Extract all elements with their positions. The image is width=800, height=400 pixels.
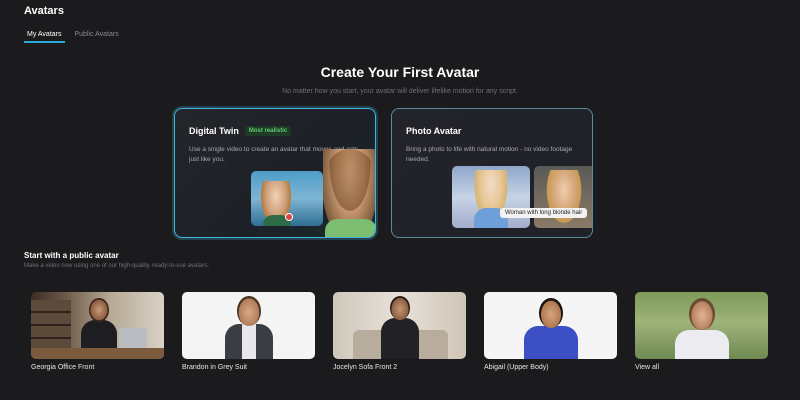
hero-subtitle: No matter how you start, your avatar wil… (282, 88, 518, 95)
photo-avatar-card[interactable]: Photo Avatar Bring a photo to life with … (391, 108, 593, 238)
hair-shape (326, 149, 374, 219)
public-avatar-section-title: Start with a public avatar (24, 251, 119, 260)
photo-avatar-header: Photo Avatar (406, 126, 461, 136)
view-all-link[interactable]: View all (635, 364, 659, 371)
avatar-label-jocelyn: Jocelyn Sofa Front 2 (333, 364, 398, 371)
digital-twin-title: Digital Twin (189, 126, 239, 136)
most-realistic-badge: Most realistic (244, 126, 292, 136)
digital-twin-card[interactable]: Digital Twin Most realistic Use a single… (174, 108, 376, 238)
person-head (539, 298, 563, 328)
avatar-tabs: My Avatars Public Avatars (24, 31, 119, 43)
photo-avatar-illustration (452, 166, 530, 228)
person-head (237, 296, 261, 326)
person-body (381, 318, 419, 359)
digital-twin-avatar-shirt (325, 219, 375, 237)
avatar-thumbnail-brandon[interactable] (182, 292, 315, 359)
prompt-chip: Woman with long blonde hair (500, 208, 588, 218)
record-icon (285, 213, 293, 221)
person-body (81, 320, 117, 350)
desk-image (31, 348, 164, 359)
person-shirt (242, 324, 256, 359)
avatar-label-brandon: Brandon in Grey Suit (182, 364, 247, 371)
page-title: Avatars (24, 5, 64, 17)
photo-face (544, 170, 584, 228)
avatar-label-georgia: Georgia Office Front (31, 364, 95, 371)
avatar-thumbnail-jocelyn[interactable] (333, 292, 466, 359)
tab-public-avatars[interactable]: Public Avatars (75, 31, 119, 43)
avatar-thumbnail-view-all[interactable] (635, 292, 768, 359)
tab-my-avatars[interactable]: My Avatars (24, 31, 65, 43)
person-head (689, 298, 715, 330)
hero-title: Create Your First Avatar (320, 64, 480, 80)
photo-avatar-photo (534, 166, 592, 228)
laptop-image (119, 328, 147, 348)
person-head (390, 296, 410, 320)
public-avatar-section-subtitle: Make a video now using one of our high-q… (24, 263, 209, 269)
photo-avatar-title: Photo Avatar (406, 126, 462, 136)
photo-avatar-description: Bring a photo to life with natural motio… (406, 146, 573, 163)
avatar-thumbnail-georgia[interactable] (31, 292, 164, 359)
person-body (675, 330, 729, 359)
digital-twin-header: Digital Twin Most realistic (189, 126, 292, 136)
avatar-label-abigail: Abigail (Upper Body) (484, 364, 549, 371)
person-body (524, 326, 578, 359)
avatar-thumbnail-abigail[interactable] (484, 292, 617, 359)
person-head (89, 298, 109, 322)
